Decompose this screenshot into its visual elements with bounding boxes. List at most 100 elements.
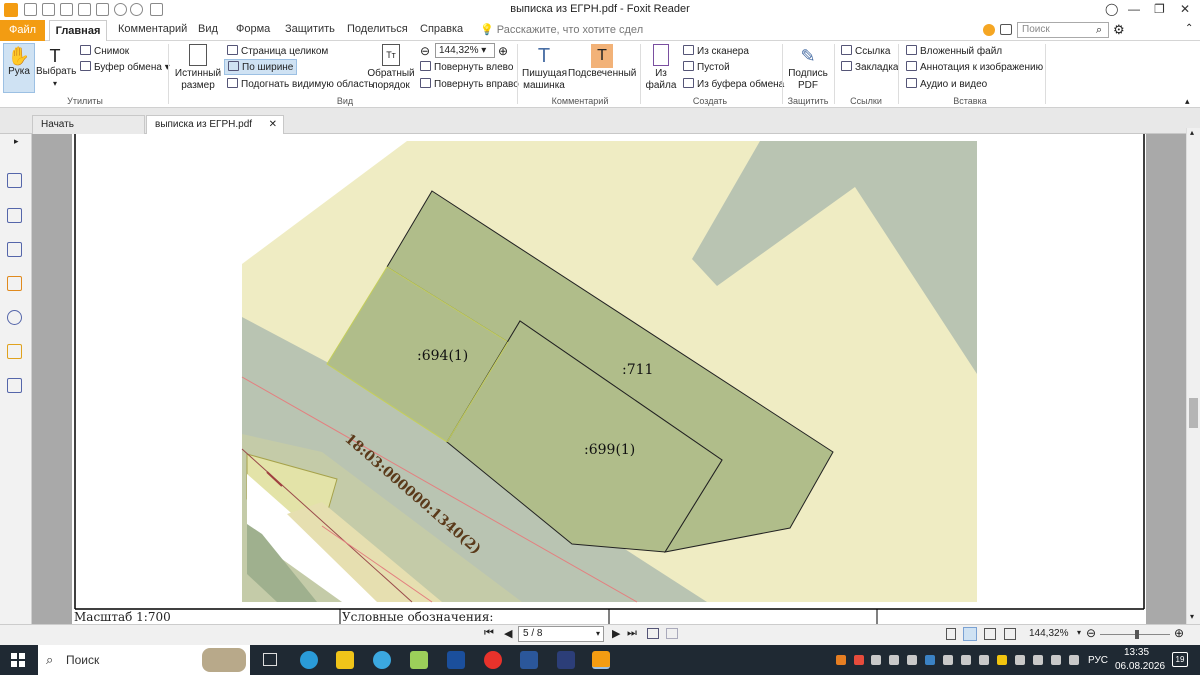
continuous-page-icon[interactable] (963, 627, 977, 641)
tray-icon-4[interactable] (889, 655, 899, 665)
fit-visible-button[interactable]: Подогнать видимую область (227, 78, 374, 90)
app-blue-icon[interactable] (447, 651, 465, 669)
scroll-up-icon[interactable]: ▴ (1190, 128, 1194, 137)
single-page-icon[interactable] (946, 628, 956, 640)
user-icon[interactable]: ◯ (1105, 2, 1118, 16)
actual-size-button[interactable]: Истинный размер (172, 44, 224, 92)
app-shield-icon[interactable] (557, 651, 575, 669)
select-tool-button[interactable]: T Выбрать ▾ (36, 46, 76, 90)
ribbon-collapse-icon[interactable]: ▴ (1185, 96, 1190, 107)
split-view-icon[interactable] (647, 628, 659, 639)
tab-home[interactable]: Главная (49, 20, 107, 42)
tab-comment[interactable]: Комментарий (118, 23, 187, 35)
compare-icon[interactable] (666, 628, 678, 639)
blank-button[interactable]: Пустой (683, 61, 730, 73)
hand-tool-button[interactable]: ✋ Рука (3, 46, 35, 78)
from-file-button[interactable]: Из файла (644, 44, 678, 92)
last-page-icon[interactable]: ⏭ (627, 627, 637, 640)
volume-icon[interactable] (1069, 655, 1079, 665)
chevron-up-icon[interactable]: ⌃ (1185, 23, 1193, 34)
typewriter-button[interactable]: T Пишущая машинка (522, 44, 567, 92)
document-viewport[interactable]: :694(1) :711 :699(1) 18:03:000000:1340(2… (32, 134, 1186, 624)
scroll-down-icon[interactable]: ▾ (1190, 612, 1194, 621)
zoom-in-icon[interactable]: ⊕ (498, 44, 508, 58)
language-indicator[interactable]: РУС (1088, 655, 1108, 666)
tray-icon-9[interactable] (979, 655, 989, 665)
restore-button[interactable]: ❐ (1154, 2, 1165, 16)
close-tab-icon[interactable]: ✕ (269, 116, 277, 134)
gear-icon[interactable]: ⚙ (1113, 22, 1125, 38)
edge-icon[interactable] (300, 651, 318, 669)
comments-panel-icon[interactable] (7, 276, 22, 291)
page-number-input[interactable]: 5 / 8 ▾ (518, 626, 604, 642)
pages-panel-icon[interactable] (7, 208, 22, 223)
tab-start[interactable]: Начать (32, 115, 145, 134)
layers-panel-icon[interactable] (7, 242, 22, 257)
sign-pdf-button[interactable]: ✎ Подпись PDF (786, 44, 830, 92)
bookmark-button[interactable]: Закладка (841, 61, 898, 73)
app-icon[interactable] (410, 651, 428, 669)
tray-icon-11[interactable] (1015, 655, 1025, 665)
zoom-out-circle-icon[interactable]: ⊖ (1086, 626, 1096, 640)
file-explorer-icon[interactable] (336, 651, 354, 669)
next-page-icon[interactable]: ▶ (612, 627, 620, 640)
signature-panel-icon[interactable] (7, 378, 22, 393)
tab-view[interactable]: Вид (198, 23, 218, 35)
tray-icon-2[interactable] (854, 655, 864, 665)
security-panel-icon[interactable] (7, 344, 22, 359)
tray-icon-6[interactable] (925, 655, 935, 665)
task-view-icon[interactable] (263, 653, 277, 666)
tray-icon-5[interactable] (907, 655, 917, 665)
expand-panel-icon[interactable]: ▸ (14, 136, 19, 147)
tab-protect[interactable]: Защитить (285, 23, 335, 35)
search-icon[interactable]: ⌕ (1096, 24, 1102, 37)
tray-icon-10[interactable] (997, 655, 1007, 665)
zoom-out-icon[interactable]: ⊖ (420, 44, 430, 58)
tray-icon-7[interactable] (943, 655, 953, 665)
windows-start-icon[interactable] (11, 653, 25, 667)
rotate-right-button[interactable]: Повернуть вправо (420, 78, 519, 90)
minimize-button[interactable]: — (1128, 2, 1140, 16)
tab-file[interactable]: Файл (0, 20, 45, 41)
zoom-slider-thumb[interactable] (1135, 630, 1139, 639)
tab-share[interactable]: Поделиться (347, 23, 408, 35)
zoom-dropdown-icon[interactable]: ▾ (1077, 628, 1081, 637)
foxit-taskbar-icon[interactable] (592, 651, 610, 669)
prev-page-icon[interactable]: ◀ (504, 627, 512, 640)
sun-icon[interactable] (983, 24, 995, 36)
facing-page-icon[interactable] (984, 628, 996, 640)
comment-icon[interactable] (1000, 24, 1012, 35)
yandex-browser-icon[interactable] (484, 651, 502, 669)
snapshot-button[interactable]: Снимок (80, 45, 129, 57)
zoom-in-circle-icon[interactable]: ⊕ (1174, 626, 1184, 640)
fit-width-button[interactable]: По ширине (224, 59, 298, 75)
tray-icon-1[interactable] (836, 655, 846, 665)
word-icon[interactable] (520, 651, 538, 669)
tell-me-input[interactable]: 💡 Расскажите, что хотите сдел (480, 23, 643, 36)
attachments-panel-icon[interactable] (7, 310, 22, 325)
tray-icon-13[interactable] (1051, 655, 1061, 665)
clipboard-button[interactable]: Буфер обмена ▾ (80, 61, 170, 73)
scroll-thumb[interactable] (1189, 398, 1198, 428)
clock-date[interactable]: 06.08.2026 (1115, 661, 1165, 672)
fit-page-button[interactable]: Страница целиком (227, 45, 328, 57)
ie-icon[interactable] (373, 651, 391, 669)
reverse-order-button[interactable]: Tт Обратный порядок (366, 44, 416, 92)
link-button[interactable]: Ссылка (841, 45, 890, 57)
rotate-left-button[interactable]: Повернуть влево (420, 61, 513, 73)
bookmarks-panel-icon[interactable] (7, 173, 22, 188)
attachment-button[interactable]: Вложенный файл (906, 45, 1002, 57)
audio-video-button[interactable]: Аудио и видео (906, 78, 987, 90)
from-clipboard-button[interactable]: Из буфера обмена (683, 78, 784, 90)
first-page-icon[interactable]: ⏮ (484, 627, 494, 640)
zoom-combo[interactable]: 144,32% ▾ (435, 43, 495, 58)
status-zoom-value[interactable]: 144,32% (1029, 628, 1068, 639)
vertical-scrollbar[interactable]: ▴ ▾ (1186, 128, 1200, 624)
continuous-facing-icon[interactable] (1004, 628, 1016, 640)
tab-document[interactable]: выписка из ЕГРН.pdf ✕ (146, 115, 284, 134)
highlight-button[interactable]: T Подсвеченный (568, 44, 636, 80)
from-scanner-button[interactable]: Из сканера (683, 45, 749, 57)
tab-help[interactable]: Справка (420, 23, 463, 35)
tray-icon-12[interactable] (1033, 655, 1043, 665)
image-annotation-button[interactable]: Аннотация к изображению (906, 61, 1043, 73)
